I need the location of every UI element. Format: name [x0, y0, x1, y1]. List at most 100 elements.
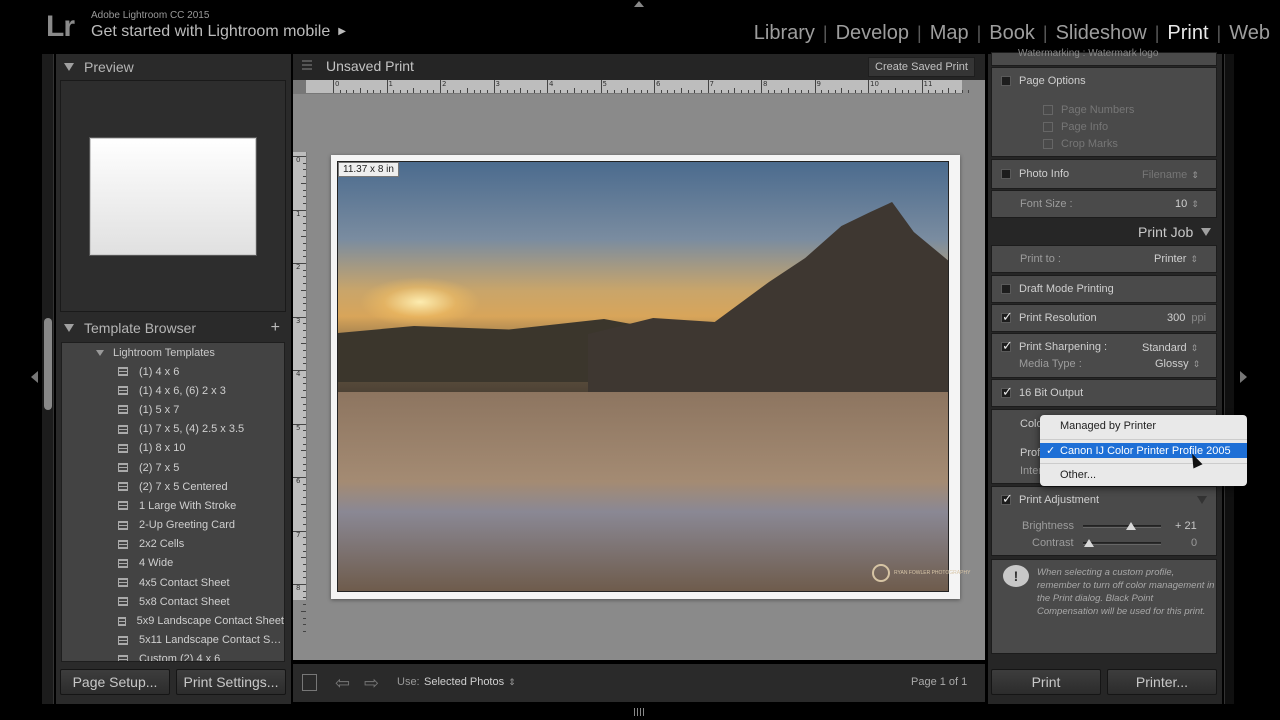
page-preview-thumbnail [89, 137, 257, 256]
font-size-select[interactable]: 10 ⇕ [1175, 198, 1199, 210]
template-item[interactable]: (1) 7 x 5, (4) 2.5 x 3.5 [62, 420, 284, 439]
print-settings-button[interactable]: Print Settings... [176, 669, 286, 695]
dropdown-item-managed-by-printer[interactable]: Managed by Printer [1040, 418, 1247, 433]
preview-header[interactable]: Preview [64, 55, 134, 79]
print-resolution-label: Print Resolution [1019, 312, 1097, 324]
app-title: Adobe Lightroom CC 2015 [91, 10, 210, 21]
intent-label: Intent : [1020, 465, 1040, 477]
checkbox [1043, 139, 1053, 149]
photo-cell[interactable] [337, 161, 949, 592]
collapse-filmstrip-icon[interactable] [634, 708, 644, 716]
template-item[interactable]: (2) 7 x 5 Centered [62, 477, 284, 496]
template-item[interactable]: (1) 4 x 6, (6) 2 x 3 [62, 381, 284, 400]
module-book[interactable]: Book [989, 22, 1035, 45]
contrast-slider-track[interactable] [1083, 542, 1161, 545]
stepper-icon: ⇕ [1190, 343, 1199, 353]
ruler-tick [473, 90, 475, 93]
ruler-tick [293, 370, 306, 371]
template-folder-lightroom[interactable]: Lightroom Templates [62, 343, 284, 362]
template-item[interactable]: 5x11 Landscape Contact S… [62, 631, 284, 650]
create-saved-print-button[interactable]: Create Saved Print [868, 57, 975, 77]
page-options-checkbox[interactable]: Page Options [1001, 75, 1086, 87]
dropdown-item-other[interactable]: Other... [1040, 467, 1247, 482]
print-adjustment-checkbox[interactable]: Print Adjustment [1001, 491, 1099, 507]
template-item[interactable]: 5x8 Contact Sheet [62, 592, 284, 611]
dropdown-item-canon-profile[interactable]: ✓ Canon IJ Color Printer Profile 2005 [1040, 443, 1247, 458]
page-numbers-checkbox[interactable]: Page Numbers [1043, 104, 1134, 116]
page-info-checkbox[interactable]: Page Info [1043, 121, 1108, 133]
template-browser-label: Template Browser [84, 320, 197, 336]
template-browser-header[interactable]: Template Browser + [64, 316, 284, 340]
template-item[interactable]: 5x9 Landscape Contact Sheet [62, 611, 284, 630]
module-library[interactable]: Library [754, 22, 815, 45]
print-sharpening-select[interactable]: Standard ⇕ [1142, 342, 1198, 354]
ruler-tick [774, 90, 776, 93]
photo-info-select[interactable]: Filename ⇕ [1142, 169, 1199, 181]
ruler-tick [303, 630, 306, 632]
printer-button[interactable]: Printer... [1107, 669, 1217, 695]
media-type-select[interactable]: Glossy ⇕ [1155, 358, 1200, 370]
module-print[interactable]: Print [1167, 22, 1208, 45]
template-item[interactable]: 2x2 Cells [62, 535, 284, 554]
template-item[interactable]: Custom (2) 4 x 6 [62, 650, 284, 661]
template-item[interactable]: (1) 8 x 10 [62, 439, 284, 458]
brightness-value[interactable]: + 21 [1175, 520, 1197, 532]
print-to-select[interactable]: Printer ⇕ [1154, 253, 1198, 265]
ruler-tick [453, 90, 455, 93]
right-panel-scrollbar-track[interactable] [1224, 54, 1234, 704]
template-list: Lightroom Templates (1) 4 x 6 (1) 4 x 6,… [61, 342, 285, 662]
left-panel-scrollbar-thumb[interactable] [44, 318, 52, 410]
page-setup-button[interactable]: Page Setup... [60, 669, 170, 695]
print-resolution-field[interactable]: 300 ppi [1167, 312, 1206, 324]
collapse-left-panel-icon[interactable] [31, 371, 38, 383]
brightness-slider-thumb[interactable] [1126, 522, 1137, 530]
print-resolution-checkbox[interactable]: Print Resolution [1001, 309, 1097, 325]
checkbox-checked [1001, 491, 1013, 507]
identity-plate-bar: Lr Adobe Lightroom CC 2015 Get started w… [0, 0, 1280, 52]
template-item[interactable]: (2) 7 x 5 [62, 458, 284, 477]
ruler-tick [955, 90, 956, 93]
checkbox-checked [1001, 338, 1013, 354]
print-button[interactable]: Print [991, 669, 1101, 695]
collapse-triangle-icon[interactable] [1197, 496, 1207, 504]
contrast-slider-thumb[interactable] [1084, 539, 1095, 547]
ruler-tick [934, 90, 936, 93]
printer-icon [302, 60, 312, 72]
font-size-label: Font Size : [1020, 198, 1073, 210]
module-map[interactable]: Map [930, 22, 969, 45]
page-bleed-toggle[interactable] [302, 674, 317, 691]
print-sharpening-checkbox[interactable]: Print Sharpening : [1001, 338, 1107, 354]
module-develop[interactable]: Develop [836, 22, 909, 45]
ruler-tick [303, 590, 306, 592]
template-item[interactable]: (1) 4 x 6 [62, 362, 284, 381]
template-label: (1) 8 x 10 [139, 442, 186, 455]
next-page-icon[interactable]: ⇨ [364, 673, 379, 694]
template-item[interactable]: 4x5 Contact Sheet [62, 573, 284, 592]
template-item[interactable]: 1 Large With Stroke [62, 496, 284, 515]
print-job-header[interactable]: Print Job [1138, 224, 1212, 240]
module-slideshow[interactable]: Slideshow [1056, 22, 1147, 45]
template-item[interactable]: (1) 5 x 7 [62, 400, 284, 419]
photo-info-checkbox[interactable]: Photo Info [1001, 168, 1069, 180]
template-label: 5x9 Landscape Contact Sheet [136, 615, 284, 628]
crop-marks-checkbox[interactable]: Crop Marks [1043, 138, 1118, 150]
ruler-tick [827, 90, 829, 93]
watermark-row[interactable]: Watermarking : Watermark logo [1018, 48, 1158, 59]
draft-mode-checkbox[interactable]: Draft Mode Printing [1001, 283, 1114, 295]
collapse-top-panel-icon[interactable] [634, 1, 644, 7]
template-item[interactable]: 4 Wide [62, 554, 284, 573]
module-picker: Library | Develop | Map | Book | Slideshow | … [754, 22, 1270, 45]
previous-page-icon[interactable]: ⇦ [335, 673, 350, 694]
use-selector[interactable]: Selected Photos ⇕ [424, 676, 516, 688]
ruler-tick [687, 90, 689, 93]
module-web[interactable]: Web [1229, 22, 1270, 45]
collapse-right-panel-icon[interactable] [1240, 371, 1247, 383]
lightroom-mobile-link[interactable]: Get started with Lightroom mobile ▶ [91, 23, 346, 41]
add-template-icon[interactable]: + [271, 319, 280, 337]
ruler-tick-label: 0 [296, 156, 301, 164]
template-item[interactable]: 2-Up Greeting Card [62, 516, 284, 535]
brightness-slider-track[interactable] [1083, 525, 1161, 528]
ruler-tick [540, 90, 542, 93]
contrast-value[interactable]: 0 [1191, 537, 1197, 549]
bit-output-checkbox[interactable]: 16 Bit Output [1001, 384, 1083, 400]
